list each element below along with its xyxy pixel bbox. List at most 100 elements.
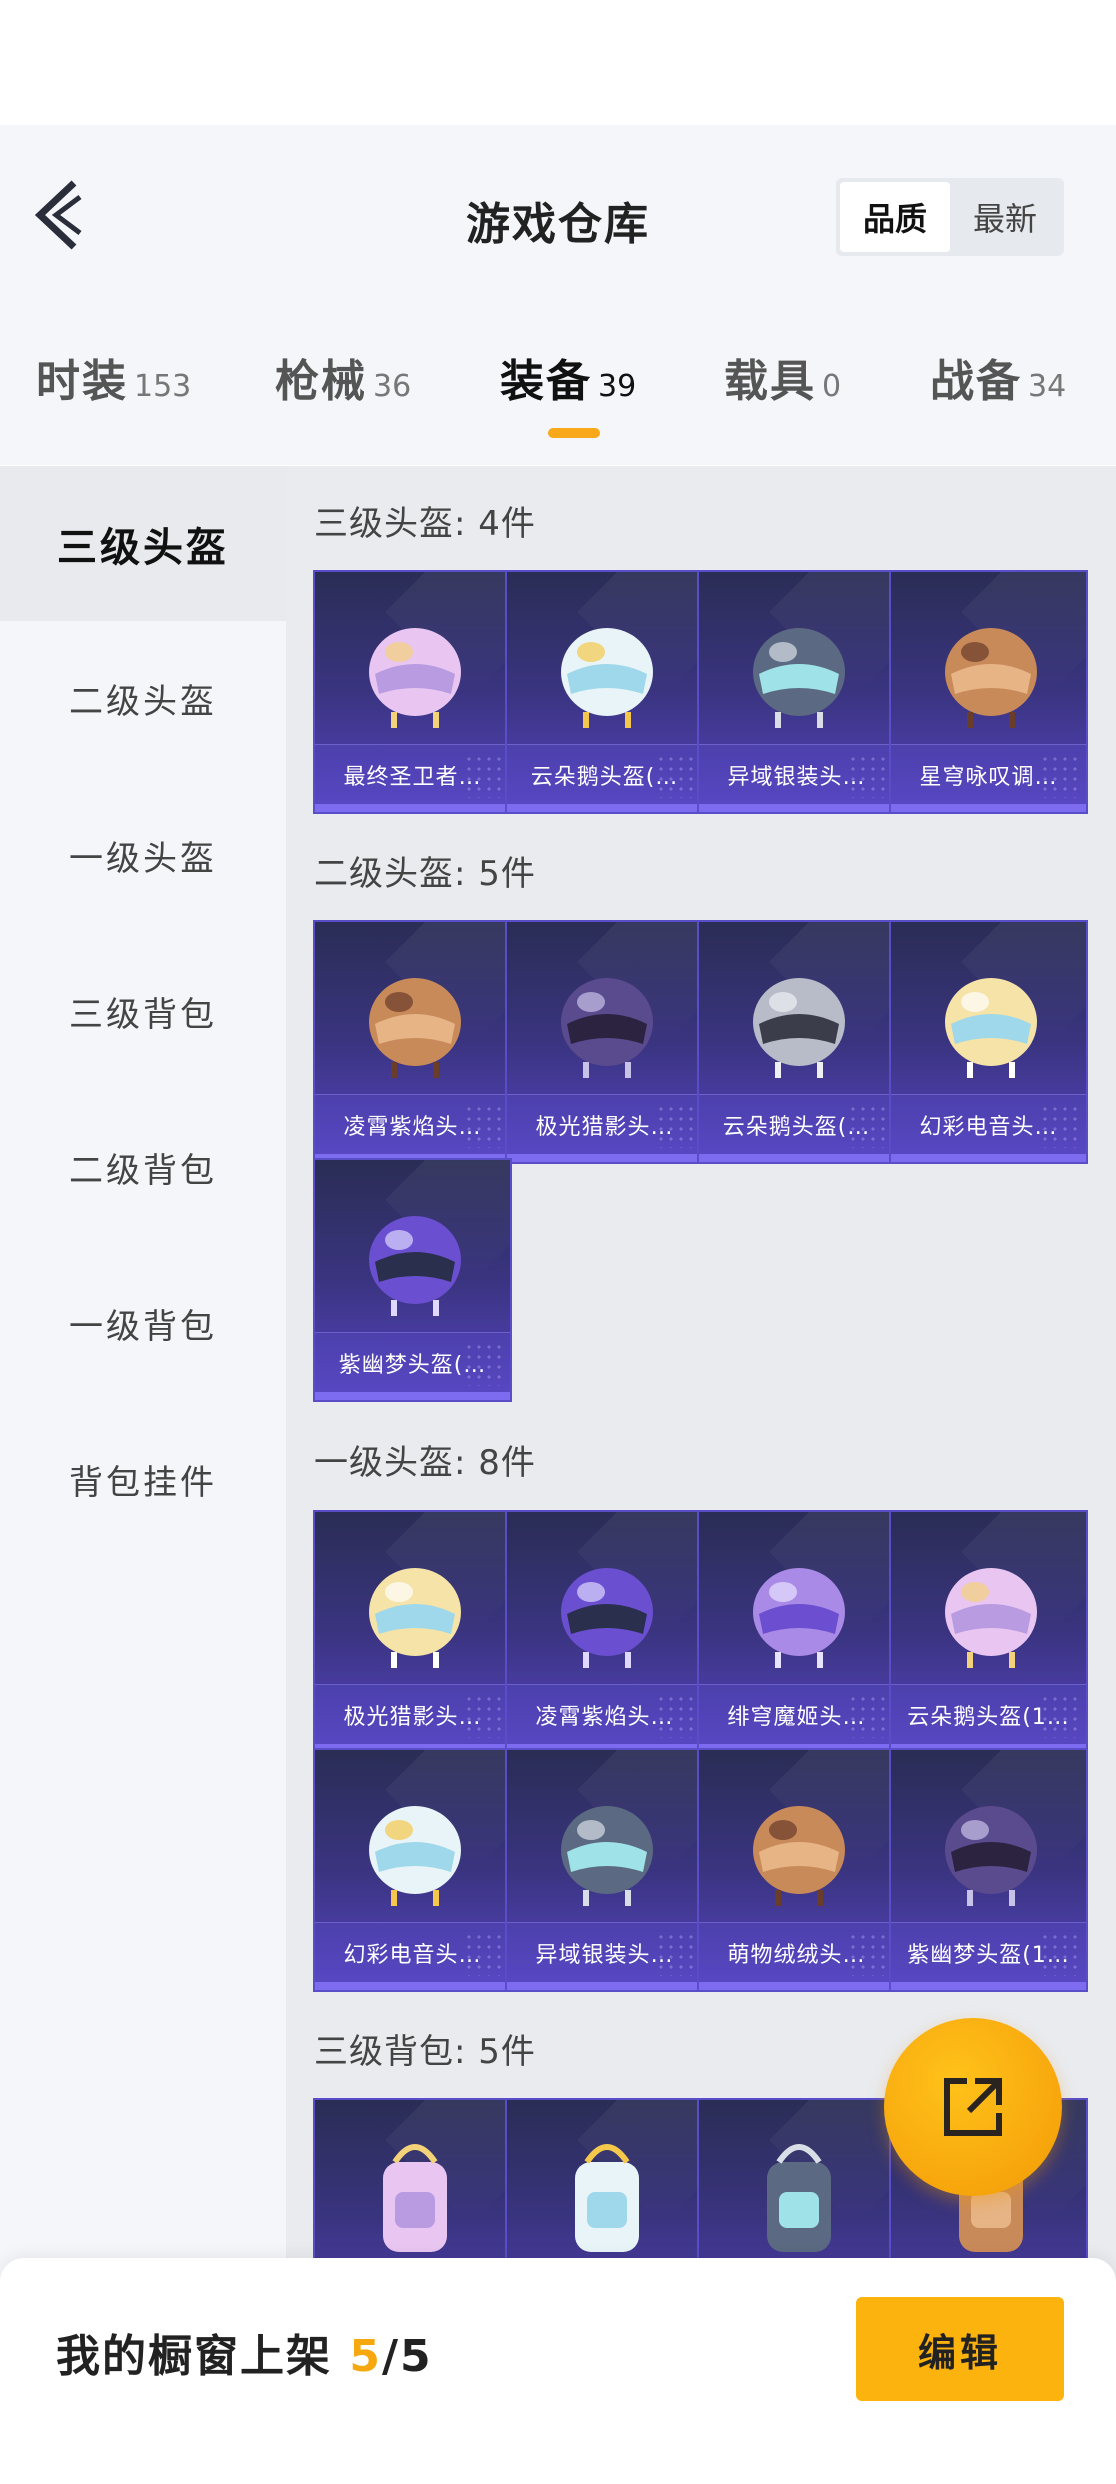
item-card[interactable]: 星穹咏叹调… bbox=[889, 570, 1088, 814]
sidebar-item-level1-helmet[interactable]: 一级头盔 bbox=[0, 778, 286, 933]
item-card[interactable]: 极光猎影头… bbox=[505, 920, 704, 1164]
share-external-icon bbox=[944, 2078, 1002, 2136]
rarity-bar bbox=[315, 804, 510, 812]
backpack-icon bbox=[767, 2144, 831, 2252]
card-pattern bbox=[656, 1694, 696, 1738]
item-card[interactable]: 云朵鹅头盔(… bbox=[697, 920, 896, 1164]
section-title: 一级头盔: 8件 bbox=[314, 1443, 536, 1483]
share-button[interactable] bbox=[884, 2018, 1062, 2196]
section-title: 三级背包: 5件 bbox=[314, 2032, 536, 2072]
card-pattern bbox=[1040, 1694, 1080, 1738]
sidebar-item-backpack-charm[interactable]: 背包挂件 bbox=[0, 1402, 286, 1557]
helmet-icon bbox=[561, 978, 653, 1078]
item-card[interactable]: 萌物绒绒头… bbox=[697, 1748, 896, 1992]
card-pattern bbox=[656, 1104, 696, 1148]
tab-count: 36 bbox=[373, 369, 412, 404]
tab-count: 34 bbox=[1028, 369, 1067, 404]
helmet-icon bbox=[753, 1568, 845, 1668]
tab-count: 0 bbox=[822, 369, 842, 404]
helmet-icon bbox=[561, 628, 653, 728]
warehouse-screen: 游戏仓库 品质 最新 时装 153 枪械 36 装备 39 载具 0 战备 34… bbox=[0, 0, 1116, 2484]
showcase-label: 我的橱窗上架 bbox=[56, 2331, 332, 2382]
tab-label: 时装 bbox=[36, 356, 128, 407]
tab-supplies[interactable]: 战备 34 bbox=[930, 345, 1066, 409]
item-card[interactable]: 云朵鹅头盔(… bbox=[505, 570, 704, 814]
rarity-bar bbox=[507, 1982, 702, 1990]
card-pattern bbox=[464, 1694, 504, 1738]
active-tab-indicator bbox=[548, 428, 600, 438]
tab-label: 载具 bbox=[724, 356, 816, 407]
helmet-icon bbox=[369, 1216, 461, 1316]
rarity-bar bbox=[507, 804, 702, 812]
sidebar-item-level2-helmet[interactable]: 二级头盔 bbox=[0, 621, 286, 776]
sidebar: 三级头盔 二级头盔 一级头盔 三级背包 二级背包 一级背包 背包挂件 bbox=[0, 466, 286, 2484]
helmet-icon bbox=[369, 1806, 461, 1906]
rarity-bar bbox=[315, 1392, 510, 1400]
card-pattern bbox=[464, 1342, 504, 1386]
card-pattern bbox=[464, 1104, 504, 1148]
card-pattern bbox=[464, 1932, 504, 1976]
sort-latest-button[interactable]: 最新 bbox=[950, 182, 1060, 252]
item-card[interactable]: 凌霄紫焰头… bbox=[313, 920, 512, 1164]
item-card[interactable]: 紫幽梦头盔(… bbox=[313, 1158, 512, 1402]
rarity-bar bbox=[507, 1154, 702, 1162]
backpack-icon bbox=[575, 2144, 639, 2252]
showcase-status: 我的橱窗上架 5/5 bbox=[56, 2320, 433, 2384]
sidebar-item-level3-backpack[interactable]: 三级背包 bbox=[0, 934, 286, 1089]
card-pattern bbox=[848, 1694, 888, 1738]
item-card[interactable]: 异域银装头… bbox=[697, 570, 896, 814]
sort-toggle: 品质 最新 bbox=[836, 178, 1064, 256]
section-title: 三级头盔: 4件 bbox=[314, 504, 536, 544]
card-pattern bbox=[848, 1104, 888, 1148]
tab-count: 153 bbox=[134, 369, 192, 404]
tab-count: 39 bbox=[598, 369, 637, 404]
item-card[interactable]: 绯穹魔姬头… bbox=[697, 1510, 896, 1754]
backpack-icon bbox=[383, 2144, 447, 2252]
rarity-bar bbox=[315, 1982, 510, 1990]
card-pattern bbox=[1040, 754, 1080, 798]
rarity-bar bbox=[699, 1982, 894, 1990]
showcase-total: /5 bbox=[381, 2331, 433, 2382]
item-card[interactable]: 紫幽梦头盔(1… bbox=[889, 1748, 1088, 1992]
item-card[interactable]: 云朵鹅头盔(1… bbox=[889, 1510, 1088, 1754]
helmet-icon bbox=[369, 1568, 461, 1668]
tab-equipment[interactable]: 装备 39 bbox=[500, 345, 636, 409]
item-card[interactable]: 最终圣卫者… bbox=[313, 570, 512, 814]
helmet-icon bbox=[945, 1568, 1037, 1668]
item-card[interactable]: 凌霄紫焰头… bbox=[505, 1510, 704, 1754]
helmet-icon bbox=[753, 978, 845, 1078]
rarity-bar bbox=[891, 1982, 1086, 1990]
helmet-icon bbox=[369, 628, 461, 728]
item-card[interactable]: 异域银装头… bbox=[505, 1748, 704, 1992]
sidebar-item-level1-backpack[interactable]: 一级背包 bbox=[0, 1246, 286, 1401]
category-tabs: 时装 153 枪械 36 装备 39 载具 0 战备 34 bbox=[0, 345, 1116, 455]
tab-fashion[interactable]: 时装 153 bbox=[36, 345, 191, 409]
tab-weapons[interactable]: 枪械 36 bbox=[275, 345, 411, 409]
sidebar-item-level3-helmet[interactable]: 三级头盔 bbox=[0, 466, 286, 621]
card-pattern bbox=[1040, 1104, 1080, 1148]
tab-label: 枪械 bbox=[275, 356, 367, 407]
section-title: 二级头盔: 5件 bbox=[314, 854, 536, 894]
card-pattern bbox=[656, 754, 696, 798]
item-card[interactable]: 幻彩电音头… bbox=[313, 1748, 512, 1992]
rarity-bar bbox=[699, 804, 894, 812]
sort-quality-button[interactable]: 品质 bbox=[840, 182, 950, 252]
card-pattern bbox=[848, 1932, 888, 1976]
helmet-icon bbox=[753, 628, 845, 728]
helmet-icon bbox=[753, 1806, 845, 1906]
card-pattern bbox=[464, 754, 504, 798]
helmet-icon bbox=[945, 1806, 1037, 1906]
tab-vehicles[interactable]: 载具 0 bbox=[724, 345, 841, 409]
edit-button[interactable]: 编辑 bbox=[856, 2297, 1064, 2401]
showcase-count: 5 bbox=[349, 2331, 382, 2382]
sidebar-item-level2-backpack[interactable]: 二级背包 bbox=[0, 1090, 286, 1245]
tab-label: 装备 bbox=[500, 356, 592, 407]
rarity-bar bbox=[699, 1154, 894, 1162]
helmet-icon bbox=[945, 978, 1037, 1078]
rarity-bar bbox=[891, 804, 1086, 812]
item-card[interactable]: 幻彩电音头… bbox=[889, 920, 1088, 1164]
helmet-icon bbox=[369, 978, 461, 1078]
item-card[interactable]: 极光猎影头… bbox=[313, 1510, 512, 1754]
card-pattern bbox=[1040, 1932, 1080, 1976]
helmet-icon bbox=[561, 1568, 653, 1668]
